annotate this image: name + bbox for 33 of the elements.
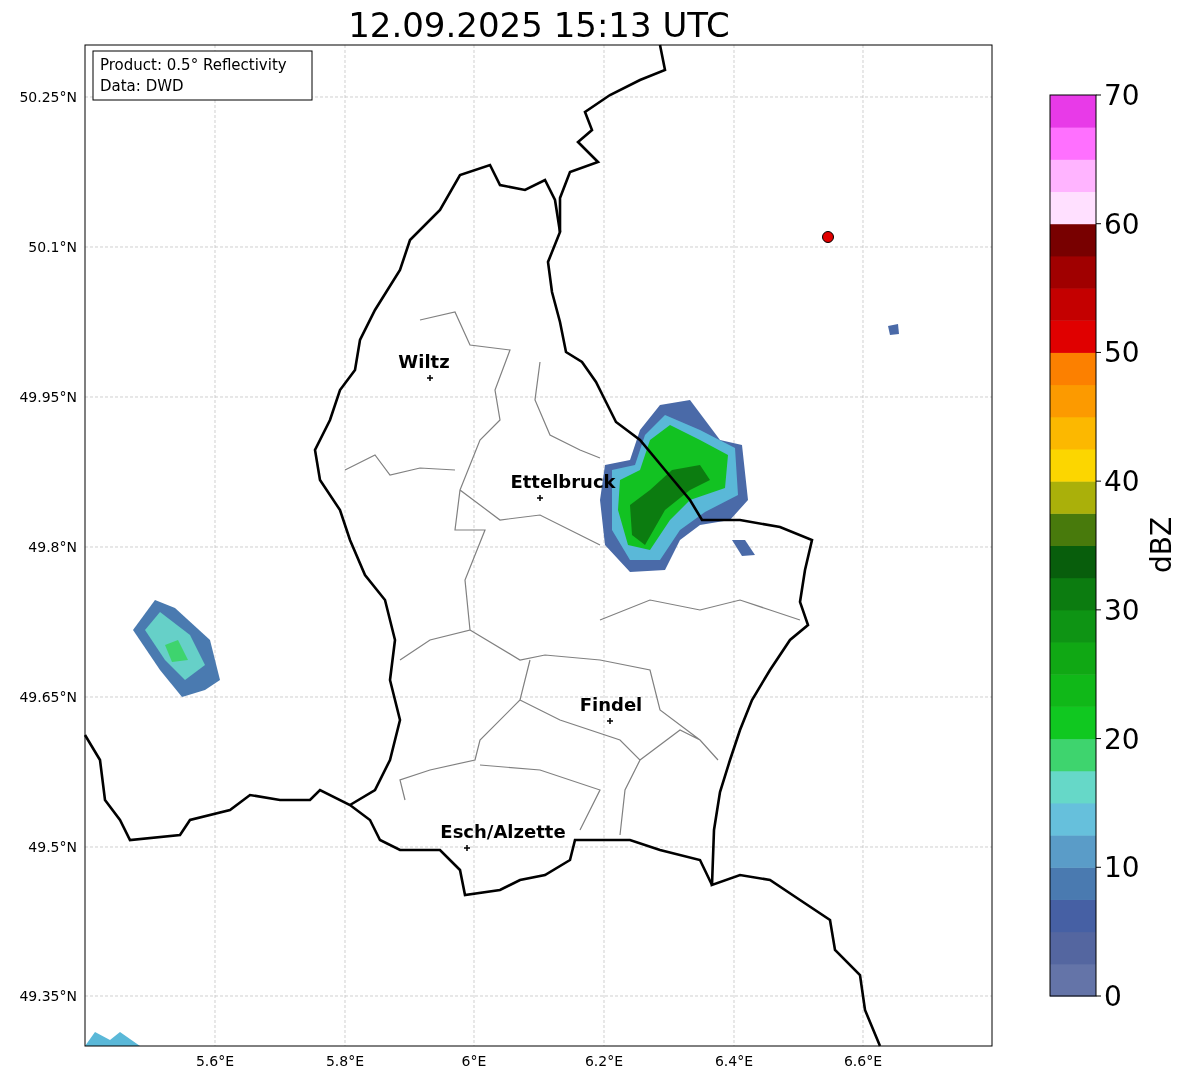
colorbar-tick-label: 10 <box>1104 851 1140 885</box>
colorbar-tick-label: 60 <box>1104 207 1140 241</box>
colorbar-tick-label: 50 <box>1104 336 1140 370</box>
latitude-tick-label: 49.8°N <box>28 539 77 555</box>
info-text: Data: DWD <box>100 77 184 95</box>
colorbar-label: dBZ <box>1145 516 1178 574</box>
city-marker-icon <box>606 717 614 725</box>
colorbar-tick-label: 40 <box>1104 465 1140 499</box>
colorbar-tick-label: 30 <box>1104 593 1140 627</box>
latitude-tick-label: 50.1°N <box>28 239 77 255</box>
colorbar-tick-label: 0 <box>1104 980 1122 1013</box>
latitude-tick-label: 49.95°N <box>19 389 77 405</box>
city-marker-icon <box>463 844 471 852</box>
latitude-tick-label: 49.65°N <box>19 689 77 705</box>
radar-site-marker <box>822 231 834 243</box>
longitude-tick-label: 6°E <box>461 1053 487 1069</box>
longitude-tick-label: 5.6°E <box>195 1053 235 1069</box>
latitude-tick-label: 49.35°N <box>19 988 77 1004</box>
city-label: Wiltz <box>398 351 450 372</box>
colorbar-tick-label: 70 <box>1104 79 1140 112</box>
city-marker-icon <box>536 494 544 502</box>
info-text: Product: 0.5° Reflectivity <box>100 56 287 74</box>
city-marker-icon <box>426 374 434 382</box>
figure-title: 12.09.2025 15:13 UTC <box>348 5 730 45</box>
longitude-tick-label: 6.4°E <box>714 1053 754 1069</box>
latitude-tick-label: 50.25°N <box>19 89 77 105</box>
latitude-tick-label: 49.5°N <box>28 839 77 855</box>
city-label: Findel <box>579 694 643 715</box>
longitude-tick-label: 5.8°E <box>325 1053 365 1069</box>
city-label: Esch/Alzette <box>440 821 566 842</box>
colorbar-tick-label: 20 <box>1104 722 1140 756</box>
longitude-tick-label: 6.6°E <box>843 1053 883 1069</box>
longitude-tick-label: 6.2°E <box>584 1053 624 1069</box>
